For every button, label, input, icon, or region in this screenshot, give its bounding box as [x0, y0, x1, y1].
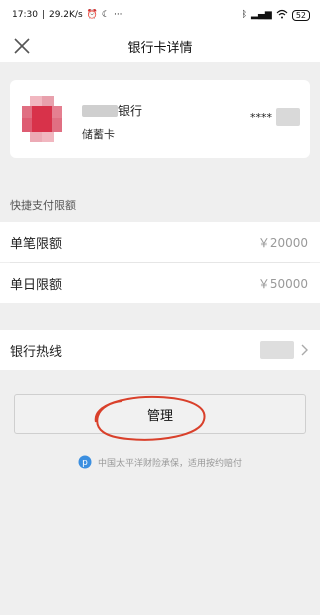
- bank-name-redacted: [82, 104, 118, 117]
- nav-bar: 银行卡详情: [0, 30, 320, 62]
- status-time: 17:30: [12, 10, 38, 20]
- status-separator: |: [41, 10, 45, 20]
- card-number-redacted: [276, 108, 300, 126]
- card-number-mask: ****: [250, 110, 272, 124]
- bank-name-suffix: 银行: [118, 104, 143, 118]
- battery-indicator: 52: [291, 9, 310, 21]
- bank-logo: [22, 96, 62, 142]
- shield-p-icon: p: [78, 455, 92, 469]
- hotline-value: [260, 341, 308, 359]
- wifi-icon: [276, 9, 288, 22]
- card-number: ****: [250, 108, 300, 126]
- single-limit-label: 单笔限额: [10, 236, 63, 252]
- page-title: 银行卡详情: [127, 40, 193, 56]
- svg-text:p: p: [82, 458, 88, 468]
- alarm-icon: ⏰: [86, 10, 98, 20]
- close-button[interactable]: [12, 36, 32, 56]
- hotline-number-redacted: [260, 341, 294, 359]
- single-limit-value: ￥20000: [257, 235, 308, 250]
- bank-name: 银行: [82, 102, 142, 119]
- signal-icon: ▂▄▆: [251, 10, 272, 20]
- more-icon: ···: [113, 10, 123, 20]
- section-title-quick-pay: 快捷支付限额: [10, 199, 76, 212]
- daily-limit-row: 单日限额 ￥50000: [0, 263, 320, 303]
- bank-card: 银行 储蓄卡 ****: [10, 80, 310, 158]
- status-left: 17:30 | 29.2K/s ⏰ ☾ ···: [12, 10, 123, 20]
- insurance-note-text: 中国太平洋财险承保，适用按约赔付: [97, 458, 242, 469]
- card-type: 储蓄卡: [82, 128, 115, 141]
- hotline-label: 银行热线: [10, 344, 63, 360]
- single-limit-row: 单笔限额 ￥20000: [0, 222, 320, 262]
- bluetooth-icon: ᛒ: [241, 10, 248, 20]
- chevron-right-icon: [301, 344, 308, 356]
- status-bar: 17:30 | 29.2K/s ⏰ ☾ ··· ᛒ ▂▄▆ 52: [0, 0, 320, 30]
- insurance-note: p 中国太平洋财险承保，适用按约赔付: [0, 455, 320, 469]
- daily-limit-value: ￥50000: [257, 276, 308, 291]
- hotline-row[interactable]: 银行热线: [0, 330, 320, 370]
- silent-icon: ☾: [101, 10, 110, 20]
- network-speed: 29.2K/s: [48, 10, 83, 20]
- annotation-circle: [94, 395, 206, 441]
- close-icon: [14, 38, 30, 54]
- status-right: ᛒ ▂▄▆ 52: [242, 9, 310, 22]
- daily-limit-label: 单日限额: [10, 277, 63, 293]
